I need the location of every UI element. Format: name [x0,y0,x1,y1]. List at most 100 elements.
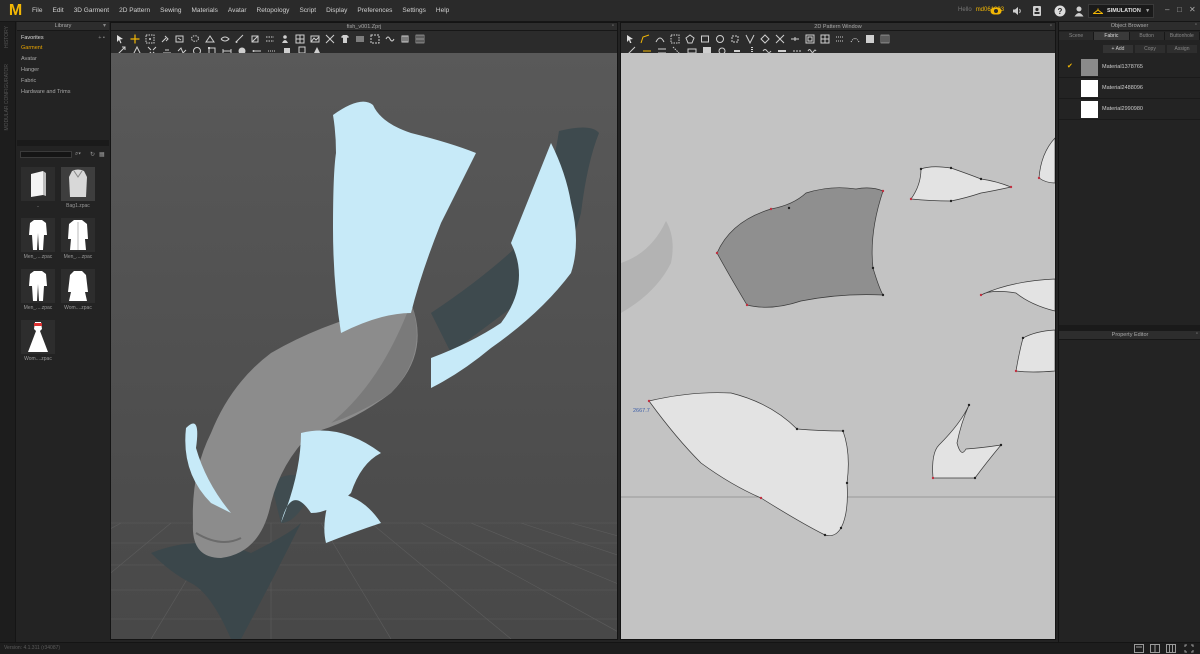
profile-icon[interactable] [1031,5,1043,17]
point-tool-icon[interactable] [145,34,155,44]
pattern-piece-small-1[interactable] [910,166,1013,202]
menu-edit[interactable]: Edit [47,7,68,14]
notch-icon[interactable] [790,34,800,44]
library-item-women-dress[interactable]: Wom....zpac [19,320,57,364]
tab-button[interactable]: Button [1129,32,1165,40]
add-icon[interactable]: + ▪ [98,33,105,43]
simulation-mode-button[interactable]: SIMULATION ▾ [1088,4,1154,18]
library-item-women-coat[interactable]: Wom....zpac [59,269,97,313]
trim-tool-icon[interactable] [325,34,335,44]
fold-tool-icon[interactable] [205,34,215,44]
library-divider[interactable] [17,140,109,146]
menu-preferences[interactable]: Preferences [352,7,397,14]
layout-split-icon[interactable] [1150,644,1160,653]
library-category-hanger[interactable]: Hanger [21,65,105,76]
transform-pattern-icon[interactable] [625,34,635,44]
history-tab[interactable]: HISTORY [4,26,10,48]
fold-arrange-icon[interactable] [220,34,230,44]
pattern-piece-edge-2[interactable] [980,278,1055,312]
lasso-pin-icon[interactable] [190,34,200,44]
pattern-piece-edge-3[interactable] [1015,329,1055,373]
window-options-icon[interactable]: ▫ [1195,22,1197,28]
menu-settings[interactable]: Settings [397,7,431,14]
menu-script[interactable]: Script [294,7,321,14]
3d-viewport[interactable] [111,53,617,639]
library-category-garment[interactable]: Garment [21,43,105,54]
2d-pattern-canvas[interactable]: 2667.7 [621,53,1055,639]
user-icon[interactable] [1073,5,1085,17]
trace-icon[interactable] [760,34,770,44]
sewing-segment-icon[interactable] [835,34,845,44]
pattern-piece-dark[interactable] [716,187,884,308]
menu-avatar[interactable]: Avatar [223,7,252,14]
avatar-fish-body[interactable] [192,303,418,558]
texture-tool-icon[interactable] [310,34,320,44]
edit-curvature-icon[interactable] [655,34,665,44]
internal-polygon-icon[interactable] [730,34,740,44]
library-item-men-coat[interactable]: Men_....zpac [59,218,97,262]
tape-tool-icon[interactable] [250,34,260,44]
menu-2d-pattern[interactable]: 2D Pattern [114,7,155,14]
add-point-icon[interactable] [670,34,680,44]
cut-icon[interactable] [775,34,785,44]
pattern-piece-small-2[interactable] [932,404,1002,479]
pattern-layout[interactable] [621,53,1055,639]
material-row[interactable]: Material2990980 [1059,99,1200,120]
library-category-hardware-trims[interactable]: Hardware and Trims [21,87,105,98]
circle-icon[interactable] [715,34,725,44]
menu-retopology[interactable]: Retopology [252,7,295,14]
sewing-tool-icon[interactable] [265,34,275,44]
tab-scene[interactable]: Scene [1059,32,1095,40]
library-item-men-suit-2[interactable]: Men_....zpac [19,269,57,313]
copy-material-button[interactable]: Copy [1135,45,1165,53]
wrap-tool-icon[interactable] [400,34,410,44]
window-options-icon[interactable]: ▫ [1050,23,1052,29]
menu-file[interactable]: File [27,7,47,14]
volume-icon[interactable] [1011,5,1023,17]
window-options-icon[interactable]: ▫ [612,23,614,29]
grid-tool-icon[interactable] [295,34,305,44]
material-row[interactable]: ✔ Material1378765 [1059,57,1200,78]
assign-material-button[interactable]: Assign [1167,45,1197,53]
refresh-icon[interactable]: ↻ [90,151,95,158]
grid-view-icon[interactable]: ▦ [99,151,105,158]
measure-tool-icon[interactable] [235,34,245,44]
seam-allowance-icon[interactable] [805,34,815,44]
rectangle-icon[interactable] [700,34,710,44]
maximize-icon[interactable]: □ [1177,5,1182,14]
grading-icon[interactable] [820,34,830,44]
shirt-tool-icon[interactable] [340,34,350,44]
3d-scene[interactable] [111,53,617,639]
cloud-icon[interactable] [990,5,1002,17]
texture-edit-icon[interactable] [865,34,875,44]
pattern-piece-edge-1[interactable] [1038,137,1055,184]
avatar-edit-icon[interactable] [280,34,290,44]
free-sewing-icon[interactable] [850,34,860,44]
minimize-icon[interactable]: – [1165,5,1169,14]
layout-triple-icon[interactable] [1166,644,1176,653]
layout-single-icon[interactable] [1134,644,1144,653]
library-item-bag[interactable]: Bag1.zpac [59,167,97,211]
library-item-men-suit[interactable]: Men_....zpac [19,218,57,262]
fit-tool-icon[interactable] [370,34,380,44]
box-pin-icon[interactable] [175,34,185,44]
search-icon[interactable]: ⌕▾ [75,151,81,158]
material-row[interactable]: Material2488096 [1059,78,1200,99]
fullscreen-icon[interactable] [1184,644,1194,653]
layer-tool-icon[interactable] [355,34,365,44]
menu-materials[interactable]: Materials [187,7,223,14]
chevron-down-icon[interactable]: ▾ [103,22,106,29]
menu-help[interactable]: Help [431,7,454,14]
pattern-piece-large[interactable] [648,392,849,537]
edit-pattern-icon[interactable] [640,34,650,44]
close-icon[interactable]: ✕ [1189,5,1196,14]
polygon-icon[interactable] [685,34,695,44]
tab-fabric[interactable]: Fabric [1094,32,1130,40]
help-icon[interactable]: ? [1054,5,1066,17]
grade-tool-icon[interactable] [415,34,425,44]
library-category-fabric[interactable]: Fabric [21,76,105,87]
modular-configurator-tab[interactable]: MODULAR CONFIGURATOR [4,64,10,130]
library-search-input[interactable] [20,151,72,158]
menu-3d-garment[interactable]: 3D Garment [69,7,114,14]
menu-sewing[interactable]: Sewing [155,7,186,14]
